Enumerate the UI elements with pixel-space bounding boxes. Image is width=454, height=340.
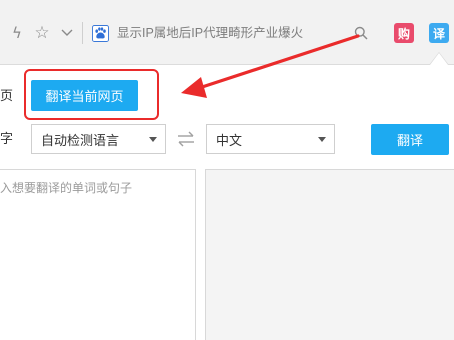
source-text-placeholder: 入想要翻译的单词或句子 (0, 181, 133, 195)
star-icon[interactable]: ☆ (33, 23, 51, 43)
target-language-value: 中文 (216, 133, 243, 149)
caret-down-icon (318, 137, 326, 142)
shopping-extension-icon[interactable]: 购 (394, 23, 414, 43)
source-language-select[interactable]: 自动检测语言 (31, 124, 166, 154)
text-label: 字 (0, 132, 14, 147)
swap-languages-icon[interactable] (176, 130, 196, 148)
translate-extension-icon[interactable]: 译 (429, 23, 449, 43)
search-suggestion-text[interactable]: 显示IP属地后IP代理畸形产业爆火 (117, 24, 332, 42)
target-language-select[interactable]: 中文 (206, 124, 335, 154)
chevron-down-icon[interactable] (60, 24, 74, 42)
bolt-icon[interactable]: ϟ (11, 24, 23, 42)
translation-output (205, 169, 454, 340)
baidu-paw-icon (91, 24, 109, 42)
page-label: 页 (0, 89, 14, 104)
source-language-value: 自动检测语言 (41, 133, 120, 149)
popup-pointer (430, 53, 448, 65)
caret-down-icon (149, 137, 157, 142)
search-icon[interactable] (352, 24, 370, 42)
translate-current-page-button[interactable]: 翻译当前网页 (31, 80, 138, 111)
translate-button[interactable]: 翻译 (371, 124, 449, 155)
browser-toolbar: ϟ ☆ 显示IP属地后IP代理畸形产业爆火 购 译 (0, 0, 454, 65)
toolbar-divider (82, 22, 83, 44)
